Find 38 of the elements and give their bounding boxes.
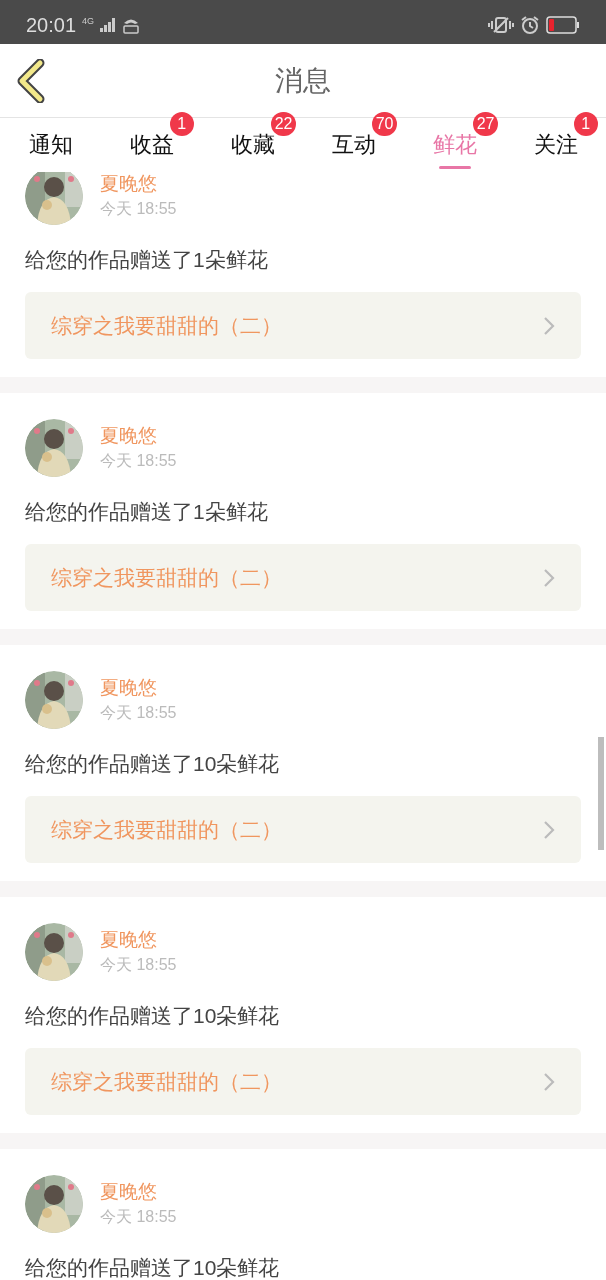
user-name[interactable]: 夏晚悠 [100,1179,177,1205]
book-link[interactable]: 综穿之我要甜甜的（二） [25,796,581,863]
tab[interactable]: 通知 [28,130,73,160]
user-name[interactable]: 夏晚悠 [100,927,177,953]
book-link[interactable]: 综穿之我要甜甜的（二） [25,544,581,611]
count-badge: 1 [573,112,598,136]
message-time: 今天 18:55 [100,703,177,723]
book-link[interactable]: 综穿之我要甜甜的（二） [25,292,581,359]
chevron-right-icon [543,567,555,588]
vibrate-off-icon [488,16,514,34]
count-badge: 70 [371,112,398,136]
user-name[interactable]: 夏晚悠 [100,172,177,197]
count-badge: 22 [270,112,297,136]
message-text: 给您的作品赠送了1朵鲜花 [25,247,269,273]
chevron-right-icon [543,819,555,840]
tab-indicator [438,166,471,169]
message-time: 今天 18:55 [100,199,177,219]
message-time: 今天 18:55 [100,451,177,471]
message-text: 给您的作品赠送了1朵鲜花 [25,499,269,525]
clock-time: 20:01 [26,13,77,37]
count-badge: 1 [169,112,194,136]
user-name[interactable]: 夏晚悠 [100,423,177,449]
chevron-right-icon [543,1071,555,1092]
message-text: 给您的作品赠送了10朵鲜花 [25,1003,281,1029]
user-name[interactable]: 夏晚悠 [100,675,177,701]
alarm-icon [520,15,540,35]
book-link[interactable]: 综穿之我要甜甜的（二） [25,1048,581,1115]
battery-icon [546,16,580,34]
chevron-right-icon [543,315,555,336]
message-text: 给您的作品赠送了10朵鲜花 [25,751,281,777]
message-text: 给您的作品赠送了10朵鲜花 [25,1255,281,1280]
message-time: 今天 18:55 [100,1207,177,1227]
network-type: 4G [82,16,95,26]
count-badge: 27 [472,112,499,136]
signal-icon [100,18,117,32]
message-time: 今天 18:55 [100,955,177,975]
page-title: 消息 [275,63,331,98]
back-icon[interactable] [16,59,46,103]
